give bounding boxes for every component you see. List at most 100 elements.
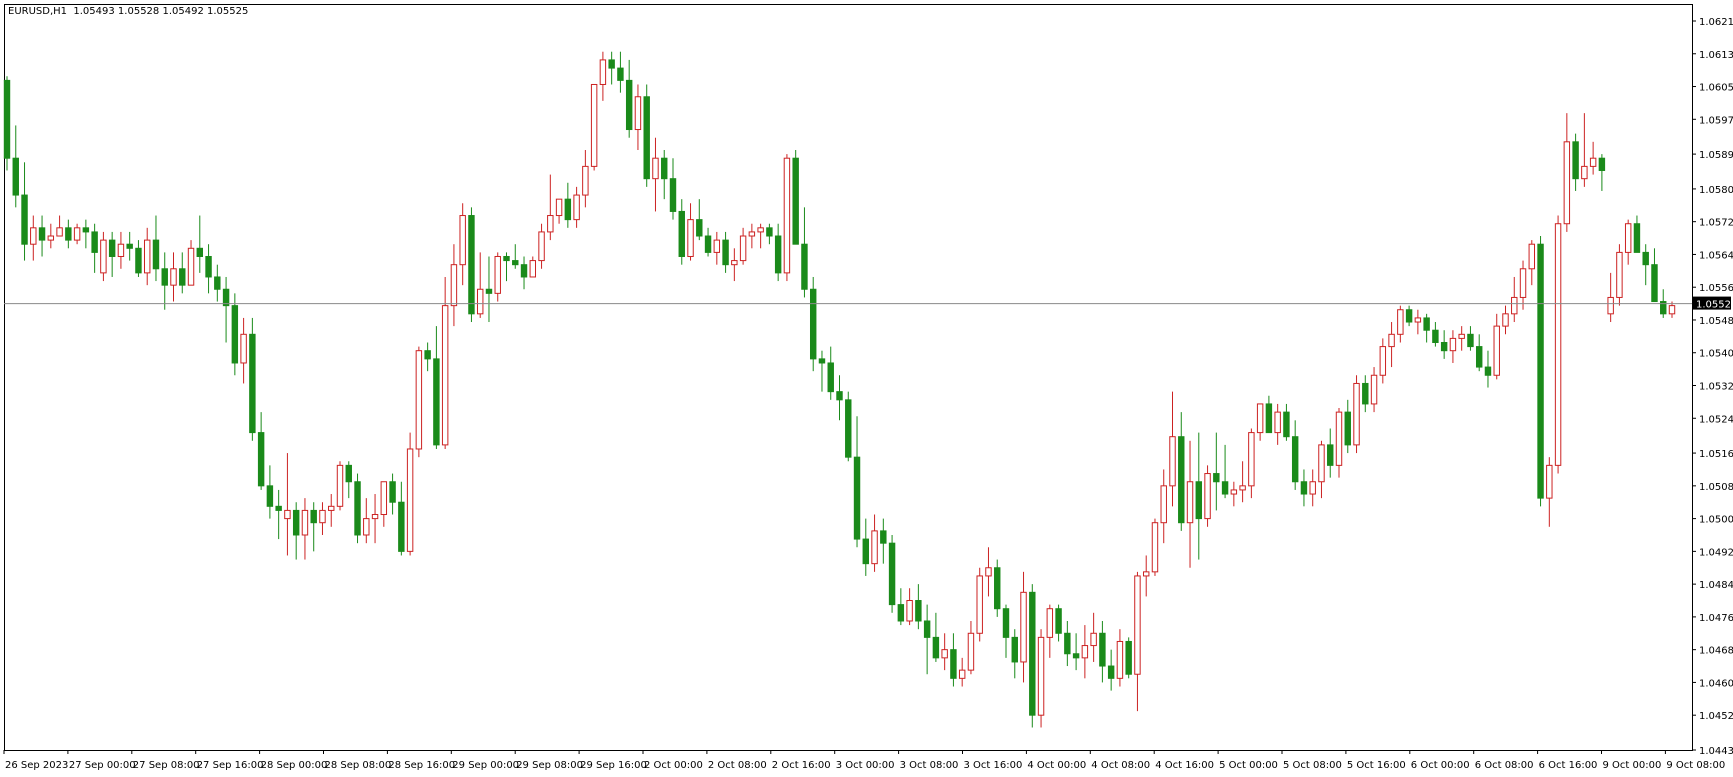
candle-bear [1300, 481, 1308, 495]
candle-bull [590, 83, 598, 167]
candle-bull [450, 264, 458, 307]
close-value: 1.05525 [207, 6, 249, 17]
price-tick-label: 1.05325 [1699, 382, 1733, 393]
candle-bear [1651, 264, 1658, 303]
candle-bull [56, 227, 63, 237]
candle-bear [398, 501, 405, 552]
candle-bear [485, 288, 493, 294]
candle-bear [696, 219, 703, 237]
candle-bear [354, 481, 361, 536]
candle-bull [634, 96, 642, 131]
candle-bear [564, 198, 572, 221]
candle-bull [301, 509, 309, 536]
candle-bear [135, 247, 142, 274]
candle-bull [1563, 141, 1571, 225]
price-tick-label: 1.05645 [1699, 250, 1733, 261]
candle-bear [1107, 665, 1115, 679]
candle-bear [766, 227, 773, 237]
candle-bull [476, 288, 484, 315]
candle-bear [503, 255, 510, 262]
candle-bear [1029, 591, 1036, 716]
candle-bear [1440, 341, 1448, 352]
candle-bull [1370, 374, 1378, 405]
candle-bear [292, 509, 300, 536]
candle-bull [415, 350, 423, 450]
price-tick-label: 1.05245 [1699, 414, 1733, 425]
candle-bull [100, 239, 107, 274]
price-tick-label: 1.06135 [1699, 50, 1733, 61]
candle-bull [958, 669, 966, 679]
candle-bear [1467, 333, 1474, 348]
time-tick-label: 28 Sep 00:00 [261, 760, 328, 771]
candle-bull [871, 530, 878, 565]
time-tick-label: 9 Oct 08:00 [1666, 760, 1725, 771]
price-tick-label: 1.05080 [1699, 482, 1733, 493]
candle-bear [897, 604, 905, 622]
candle-bear [108, 239, 116, 257]
price-tick-label: 1.05485 [1699, 316, 1733, 327]
time-tick-label: 29 Sep 00:00 [452, 760, 519, 771]
candle-bull [1554, 223, 1562, 466]
candle-bull [1353, 382, 1360, 446]
candle-bull [906, 600, 913, 622]
candle-bear [1195, 481, 1203, 520]
candle-bull [117, 243, 125, 257]
candle-bull [1169, 436, 1176, 487]
time-tick-label: 6 Oct 16:00 [1539, 760, 1598, 771]
candle-bull [406, 448, 414, 552]
candle-bull [1134, 575, 1141, 675]
candle-bull [1414, 317, 1422, 323]
chart-window[interactable]: 1.06215 1.06135 1.06055 1.05975 1.05890 1.058… [0, 0, 1733, 777]
candle-bull [319, 509, 326, 524]
candle-bull [573, 194, 580, 221]
candle-bull [1256, 403, 1264, 434]
candle-bull [1616, 251, 1623, 298]
candle-bull [170, 268, 177, 286]
time-tick-label: 2 Oct 08:00 [708, 760, 767, 771]
candle-bull [1318, 444, 1325, 483]
candle-bear [1432, 329, 1439, 343]
candle-bear [205, 255, 212, 278]
candle-bear [1484, 366, 1492, 376]
candle-bear [678, 210, 685, 257]
candle-bear [214, 276, 221, 290]
candle-bull [976, 575, 983, 634]
candle-bear [1125, 640, 1132, 675]
time-tick-label: 4 Oct 08:00 [1091, 760, 1150, 771]
candle-bull [1458, 333, 1465, 339]
time-tick-label: 3 Oct 00:00 [836, 760, 895, 771]
candle-bear [950, 649, 957, 679]
time-tick-label: 4 Oct 16:00 [1155, 760, 1214, 771]
price-tick-label: 1.05805 [1699, 185, 1733, 196]
candle-bear [880, 530, 887, 544]
time-tick-label: 28 Sep 16:00 [388, 760, 455, 771]
time-tick-label: 5 Oct 16:00 [1347, 760, 1406, 771]
candle-bull [538, 231, 545, 262]
candle-bear [1327, 444, 1334, 466]
candle-bull [1379, 346, 1387, 376]
candle-bear [1064, 632, 1071, 655]
candle-bull [687, 219, 694, 257]
price-tick-label: 1.04435 [1699, 746, 1733, 757]
candle-bull [582, 165, 589, 196]
candle-bull [1668, 305, 1676, 315]
price-tick-label: 1.05160 [1699, 449, 1733, 460]
candlestick-chart[interactable]: 1.06215 1.06135 1.06055 1.05975 1.05890 1.058… [0, 0, 1733, 777]
candle-bull [783, 157, 791, 274]
time-tick-label: 6 Oct 00:00 [1411, 760, 1470, 771]
candle-bear [923, 620, 931, 638]
candle-bear [1072, 653, 1080, 659]
price-tick-label: 1.05890 [1699, 150, 1733, 161]
price-tick-label: 1.04600 [1699, 678, 1733, 689]
candle-bull [1528, 243, 1536, 270]
candle-bull [371, 514, 379, 520]
candle-bear [853, 456, 861, 540]
candle-bear [520, 264, 528, 278]
time-tick-label: 29 Sep 08:00 [516, 760, 583, 771]
candle-bear [1537, 243, 1544, 499]
price-tick-label: 1.05725 [1699, 218, 1733, 229]
candle-bear [1291, 436, 1299, 483]
candle-bear [625, 79, 633, 131]
symbol-label: EURUSD,H1 [8, 6, 68, 17]
candle-bull [967, 632, 975, 671]
